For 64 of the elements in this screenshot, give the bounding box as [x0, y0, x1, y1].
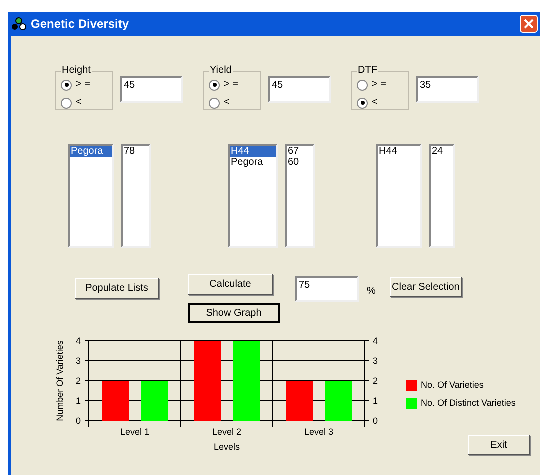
list-item: 60 [287, 157, 300, 168]
y-tick-label: 2 [76, 376, 81, 386]
bar [102, 381, 129, 421]
calculate-button[interactable]: Calculate [188, 274, 273, 295]
radio-button[interactable] [357, 80, 368, 90]
radio-button[interactable] [209, 80, 220, 90]
y-tick-label: 4 [373, 336, 378, 346]
y-tick-label: 1 [373, 396, 378, 406]
value-list[interactable]: 78 [121, 144, 151, 248]
radio-label: < [372, 98, 378, 108]
group-label: Height [61, 66, 92, 76]
y-tick-label: 3 [76, 356, 81, 366]
radio-button[interactable] [61, 80, 72, 90]
list-item[interactable]: Pegora [70, 146, 112, 157]
populate-lists-button[interactable]: Populate Lists [75, 278, 159, 299]
radio-button[interactable] [209, 98, 220, 108]
close-icon [524, 19, 534, 29]
show-graph-button[interactable]: Show Graph [188, 303, 280, 323]
y-tick-label: 0 [76, 416, 81, 426]
list-item: 67 [287, 146, 300, 157]
y-axis-title: Number Of Varieties [55, 340, 65, 422]
bar [325, 381, 352, 421]
y-tick-label: 1 [76, 396, 81, 406]
percent-sign: % [367, 285, 376, 299]
clear-selection-button[interactable]: Clear Selection [390, 277, 462, 297]
list-item: 24 [431, 146, 444, 157]
radio-label: < [76, 98, 82, 108]
x-tick-label: Level 1 [120, 427, 150, 437]
name-list[interactable]: Pegora [68, 144, 114, 248]
list-item: 78 [123, 146, 136, 157]
bar [141, 381, 168, 421]
legend-label: No. Of Distinct Varieties [421, 396, 516, 410]
close-button[interactable] [520, 15, 538, 33]
text-field[interactable]: 45 [268, 76, 331, 103]
bar [286, 381, 313, 421]
value-list[interactable]: 24 [429, 144, 455, 248]
y-tick-label: 0 [373, 416, 378, 426]
name-list[interactable]: H44 [376, 144, 422, 248]
x-tick-label: Level 3 [304, 427, 334, 437]
list-item[interactable]: H44 [378, 146, 420, 157]
radio-label: < [224, 98, 230, 108]
value-list[interactable]: 67 60 [285, 144, 315, 248]
list-item[interactable]: H44 [230, 146, 276, 157]
radio-label: > = [372, 80, 386, 90]
molecule-app-icon [11, 17, 27, 31]
y-tick-label: 2 [373, 376, 378, 386]
y-tick-label: 3 [373, 356, 378, 366]
text-field[interactable]: 75 [295, 276, 359, 302]
radio-label: > = [76, 80, 90, 90]
text-field[interactable]: 45 [120, 76, 183, 103]
group-label: Yield [209, 66, 233, 76]
window-title: Genetic Diversity [31, 16, 130, 33]
y-tick-label: 4 [76, 336, 81, 346]
radio-button[interactable] [357, 98, 368, 108]
exit-button[interactable]: Exit [468, 435, 530, 455]
x-tick-label: Level 2 [212, 427, 242, 437]
x-axis-title: Levels [214, 442, 240, 452]
text-field[interactable]: 35 [416, 76, 479, 103]
name-list[interactable]: H44 Pegora [228, 144, 278, 248]
radio-label: > = [224, 80, 238, 90]
list-item[interactable]: Pegora [230, 157, 276, 168]
legend-label: No. Of Varieties [421, 379, 484, 392]
group-label: DTF [357, 66, 378, 76]
radio-button[interactable] [61, 98, 72, 108]
